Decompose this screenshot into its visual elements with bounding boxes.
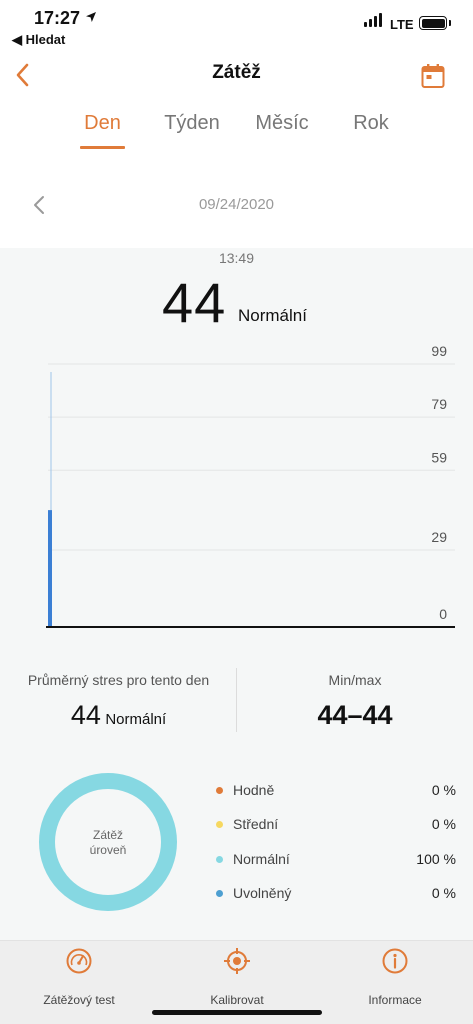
legend-value: 0 % <box>431 884 456 901</box>
minmax-caption: Min/max <box>328 672 382 688</box>
network-label: LTE <box>390 17 414 32</box>
y-tick-label: 59 <box>431 449 447 465</box>
gauge-icon <box>66 948 92 974</box>
legend-name: Uvolněný <box>233 884 292 901</box>
stress-chart: 99 79 59 29 0 <box>46 343 455 628</box>
y-tick-label: 79 <box>431 396 447 412</box>
donut-label-line2: úroveň <box>89 843 127 857</box>
tab-year[interactable]: Rok <box>350 112 392 135</box>
tab-month[interactable]: Měsíc <box>250 112 314 135</box>
calendar-icon[interactable] <box>421 63 445 89</box>
legend-name: Hodně <box>233 782 275 798</box>
tab-info-label: Informace <box>368 993 422 1007</box>
tab-stress-test-label: Zátěžový test <box>43 993 115 1007</box>
status-time: 17:27 <box>34 8 81 28</box>
y-tick-label: 0 <box>439 606 447 622</box>
legend-item-hodne: Hodně 0 % <box>214 780 458 814</box>
crosshair-icon <box>224 948 250 974</box>
tab-day[interactable]: Den <box>80 112 125 135</box>
home-indicator <box>152 1010 322 1015</box>
donut-label-line1: Zátěž <box>92 828 123 842</box>
stress-legend: Hodně 0 % Střední 0 % Normální 100 % Uvo… <box>214 780 458 917</box>
average-label: Normální <box>105 711 167 728</box>
battery-icon <box>419 16 447 30</box>
legend-item-uvolneny: Uvolněný 0 % <box>214 883 458 917</box>
selected-date: 09/24/2020 <box>198 196 275 213</box>
legend-dot <box>216 821 223 829</box>
active-tab-indicator <box>80 146 125 149</box>
tab-info[interactable]: Informace <box>316 941 473 1024</box>
stress-value: 44 <box>162 271 227 334</box>
reading-time: 13:49 <box>218 250 255 266</box>
legend-dot <box>216 787 223 794</box>
signal-icon <box>364 13 384 27</box>
status-bar: 17:27 ◀ Hledat LTE <box>0 0 473 48</box>
legend-item-stredni: Střední 0 % <box>214 814 458 848</box>
legend-value: 0 % <box>431 782 456 798</box>
period-tabs: Den Týden Měsíc Rok <box>0 112 473 152</box>
page-title: Zátěž <box>212 62 261 83</box>
minmax-summary: Min/max 44–44 <box>237 672 473 731</box>
info-icon <box>382 948 408 974</box>
legend-item-normalni: Normální 100 % <box>214 849 458 883</box>
legend-name: Normální <box>233 850 290 867</box>
stress-label: Normální <box>238 306 307 325</box>
chart-bar <box>48 510 52 627</box>
legend-name: Střední <box>233 816 279 833</box>
tab-calibrate-label: Kalibrovat <box>210 993 264 1007</box>
back-to-app-link[interactable]: ◀ Hledat <box>12 32 65 48</box>
y-tick-label: 29 <box>431 529 447 545</box>
average-summary: Průměrný stres pro tento den 44 Normální <box>0 672 237 731</box>
donut-label: Zátěž úroveň <box>38 828 178 858</box>
minmax-value: 44–44 <box>317 700 393 730</box>
legend-value: 0 % <box>431 816 456 833</box>
tab-week[interactable]: Týden <box>160 112 224 135</box>
y-tick-label: 99 <box>431 343 447 359</box>
average-value: 44 <box>70 700 101 730</box>
average-caption: Průměrný stres pro tento den <box>27 672 210 688</box>
legend-dot <box>216 855 223 863</box>
legend-value: 100 % <box>416 850 456 867</box>
tab-stress-test[interactable]: Zátěžový test <box>0 941 158 1024</box>
location-arrow-icon <box>86 12 96 22</box>
legend-dot <box>216 889 223 897</box>
